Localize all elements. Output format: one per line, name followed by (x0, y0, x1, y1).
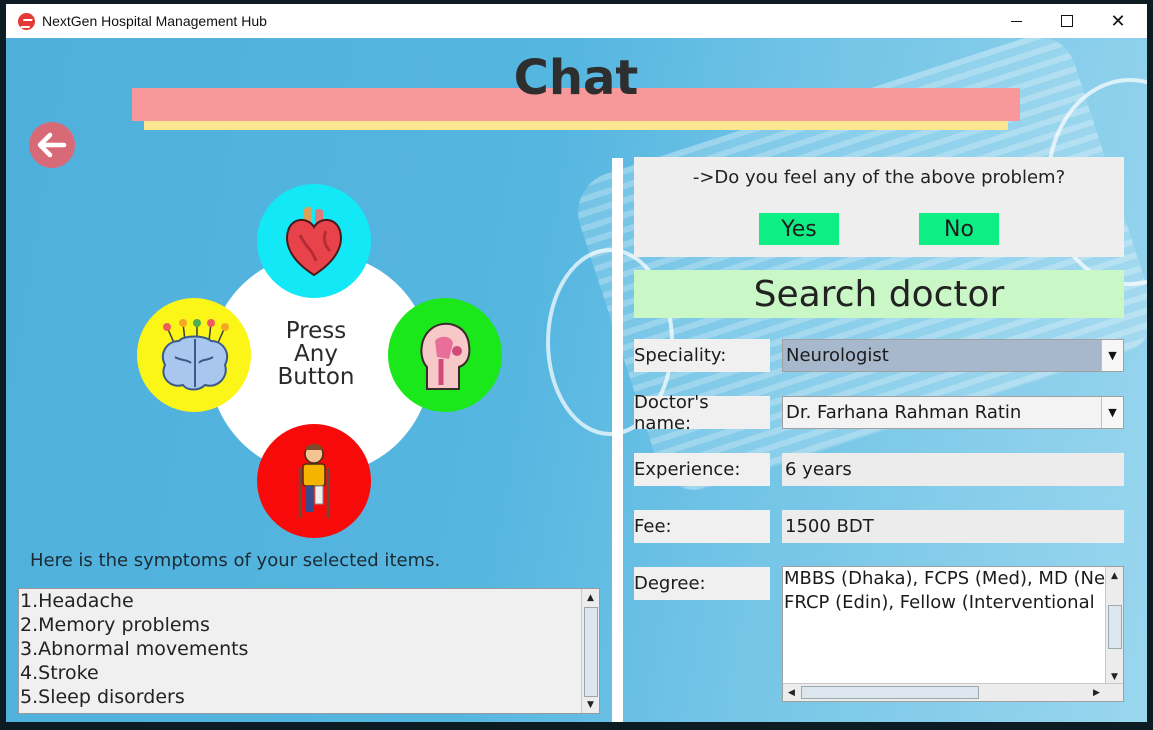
symptoms-list[interactable]: 1.Headache 2.Memory problems 3.Abnormal … (18, 588, 600, 714)
close-button[interactable]: ✕ (1095, 4, 1141, 38)
scroll-thumb[interactable] (1108, 605, 1122, 649)
ent-button[interactable] (388, 298, 502, 412)
injured-person-icon (298, 444, 330, 518)
brain-button[interactable] (137, 298, 251, 412)
bone-button[interactable] (257, 424, 371, 538)
no-button[interactable]: No (919, 213, 999, 245)
list-item: 1.Headache (20, 590, 134, 612)
wheel-text-line: Button (277, 364, 355, 390)
fee-label: Fee: (634, 510, 770, 543)
degree-horizontal-scrollbar[interactable]: ◀ ▶ (783, 683, 1123, 701)
list-item: 2.Memory problems (20, 614, 210, 636)
doctor-name-select[interactable]: Dr. Farhana Rahman Ratin ▼ (782, 396, 1124, 429)
wheel-center-text: Press Any Button (246, 320, 386, 389)
degree-textarea[interactable]: MBBS (Dhaka), FCPS (Med), MD (Ne FRCP (E… (782, 566, 1124, 702)
arrow-left-icon (37, 132, 67, 158)
experience-field[interactable]: 6 years (782, 453, 1124, 486)
symptoms-caption: Here is the symptoms of your selected it… (30, 550, 441, 571)
scroll-thumb[interactable] (584, 607, 598, 697)
minimize-button[interactable] (993, 4, 1039, 38)
search-doctor-header: Search doctor (634, 270, 1124, 318)
symptoms-scrollbar[interactable]: ▲ ▼ (581, 589, 599, 713)
list-item: 5.Sleep disorders (20, 686, 185, 708)
app-window: NextGen Hospital Management Hub ✕ Chat P… (6, 4, 1147, 722)
scroll-up-icon[interactable]: ▲ (1106, 567, 1123, 584)
maximize-button[interactable] (1044, 4, 1090, 38)
window-title: NextGen Hospital Management Hub (42, 13, 267, 29)
scroll-down-icon[interactable]: ▼ (582, 696, 599, 713)
scroll-right-icon[interactable]: ▶ (1088, 684, 1105, 701)
page-title: Chat (513, 50, 639, 106)
degree-vertical-scrollbar[interactable]: ▲ ▼ (1105, 567, 1123, 685)
app-logo-icon (18, 13, 35, 30)
scroll-left-icon[interactable]: ◀ (783, 684, 800, 701)
speciality-select[interactable]: Neurologist ▼ (782, 339, 1124, 372)
chat-screen: Chat Press Any Button Here is the sympto… (6, 38, 1147, 722)
scroll-up-icon[interactable]: ▲ (582, 589, 599, 606)
degree-line: MBBS (Dhaka), FCPS (Med), MD (Ne (784, 568, 1106, 589)
ent-head-icon (420, 322, 471, 390)
degree-line: FRCP (Edin), Fellow (Interventional (784, 592, 1095, 613)
doctor-name-value: Dr. Farhana Rahman Ratin (786, 402, 1022, 423)
doctor-name-label: Doctor's name: (634, 392, 770, 434)
wheel-text-line: Press (285, 318, 347, 344)
heart-button[interactable] (257, 184, 371, 298)
speciality-label: Speciality: (634, 339, 770, 372)
degree-label: Degree: (634, 567, 770, 600)
title-bar: NextGen Hospital Management Hub ✕ (6, 4, 1147, 38)
fee-field[interactable]: 1500 BDT (782, 510, 1124, 543)
list-item: 3.Abnormal movements (20, 638, 249, 660)
speciality-value: Neurologist (786, 345, 889, 366)
chevron-down-icon[interactable]: ▼ (1101, 397, 1123, 428)
question-text: ->Do you feel any of the above problem? (692, 167, 1066, 188)
question-panel: ->Do you feel any of the above problem? … (634, 157, 1124, 257)
scroll-thumb[interactable] (801, 686, 979, 699)
heart-icon (286, 207, 342, 277)
experience-label: Experience: (634, 453, 770, 486)
panel-divider (612, 158, 623, 722)
wheel-text-line: Any (294, 341, 338, 367)
back-button[interactable] (29, 122, 75, 168)
yes-button[interactable]: Yes (759, 213, 839, 245)
chevron-down-icon[interactable]: ▼ (1101, 340, 1123, 371)
list-item: 4.Stroke (20, 662, 99, 684)
brain-icon (161, 319, 229, 391)
